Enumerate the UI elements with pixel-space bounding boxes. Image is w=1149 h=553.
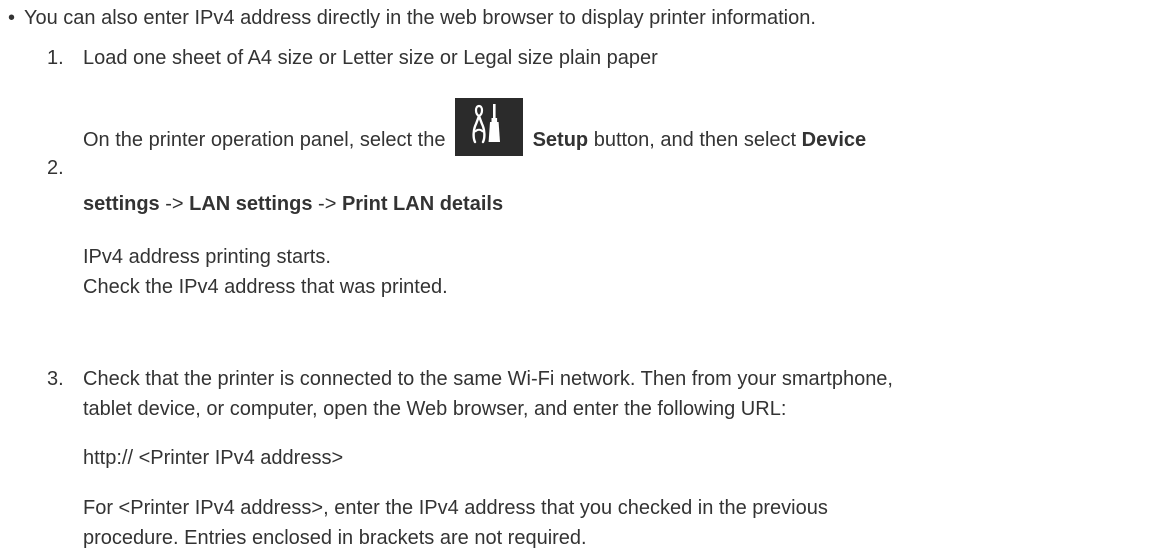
- step-3-line-1: Check that the printer is connected to t…: [83, 368, 893, 390]
- lan-settings-label: LAN settings: [189, 193, 313, 215]
- url-text: http:// <Printer IPv4 address>: [83, 447, 344, 469]
- step-2-note-line-2: Check the IPv4 address that was printed.: [83, 276, 448, 298]
- step-3-text: Check that the printer is connected to t…: [83, 364, 893, 424]
- bullet-dot: •: [8, 7, 16, 29]
- step-2-mid-text: button, and then select: [588, 129, 802, 151]
- step-2-line-1: On the printer operation panel, select t…: [83, 94, 867, 156]
- setup-tools-icon: [455, 98, 524, 156]
- step-2-pre-text: On the printer operation panel, select t…: [83, 129, 446, 151]
- step-number: 2.: [47, 157, 64, 179]
- step-1-text: Load one sheet of A4 size or Letter size…: [83, 47, 658, 69]
- device-label: Device: [801, 129, 867, 151]
- step-number: 3.: [47, 368, 64, 390]
- intro-bullet-item: • You can also enter IPv4 address directl…: [8, 6, 816, 30]
- step-2-note-line-1: IPv4 address printing starts.: [83, 246, 331, 268]
- step-3-note-line-1: For <Printer IPv4 address>, enter the IP…: [83, 497, 828, 519]
- print-lan-details-label: Print LAN details: [341, 193, 504, 215]
- step-3-note-line-2: procedure. Entries enclosed in brackets …: [83, 527, 587, 549]
- intro-text: You can also enter IPv4 address directly…: [24, 7, 816, 29]
- step-2-line-2: settings -> LAN settings -> Print LAN de…: [83, 192, 503, 216]
- step-3-note: For <Printer IPv4 address>, enter the IP…: [83, 493, 828, 553]
- step-2-note: IPv4 address printing starts. Check the …: [83, 242, 448, 302]
- step-number: 1.: [47, 47, 64, 69]
- arrow-2: ->: [312, 193, 342, 215]
- arrow-1: ->: [159, 193, 190, 215]
- step-3-line-2: tablet device, or computer, open the Web…: [83, 398, 787, 420]
- setup-label: Setup: [532, 129, 589, 151]
- settings-label: settings: [83, 193, 160, 215]
